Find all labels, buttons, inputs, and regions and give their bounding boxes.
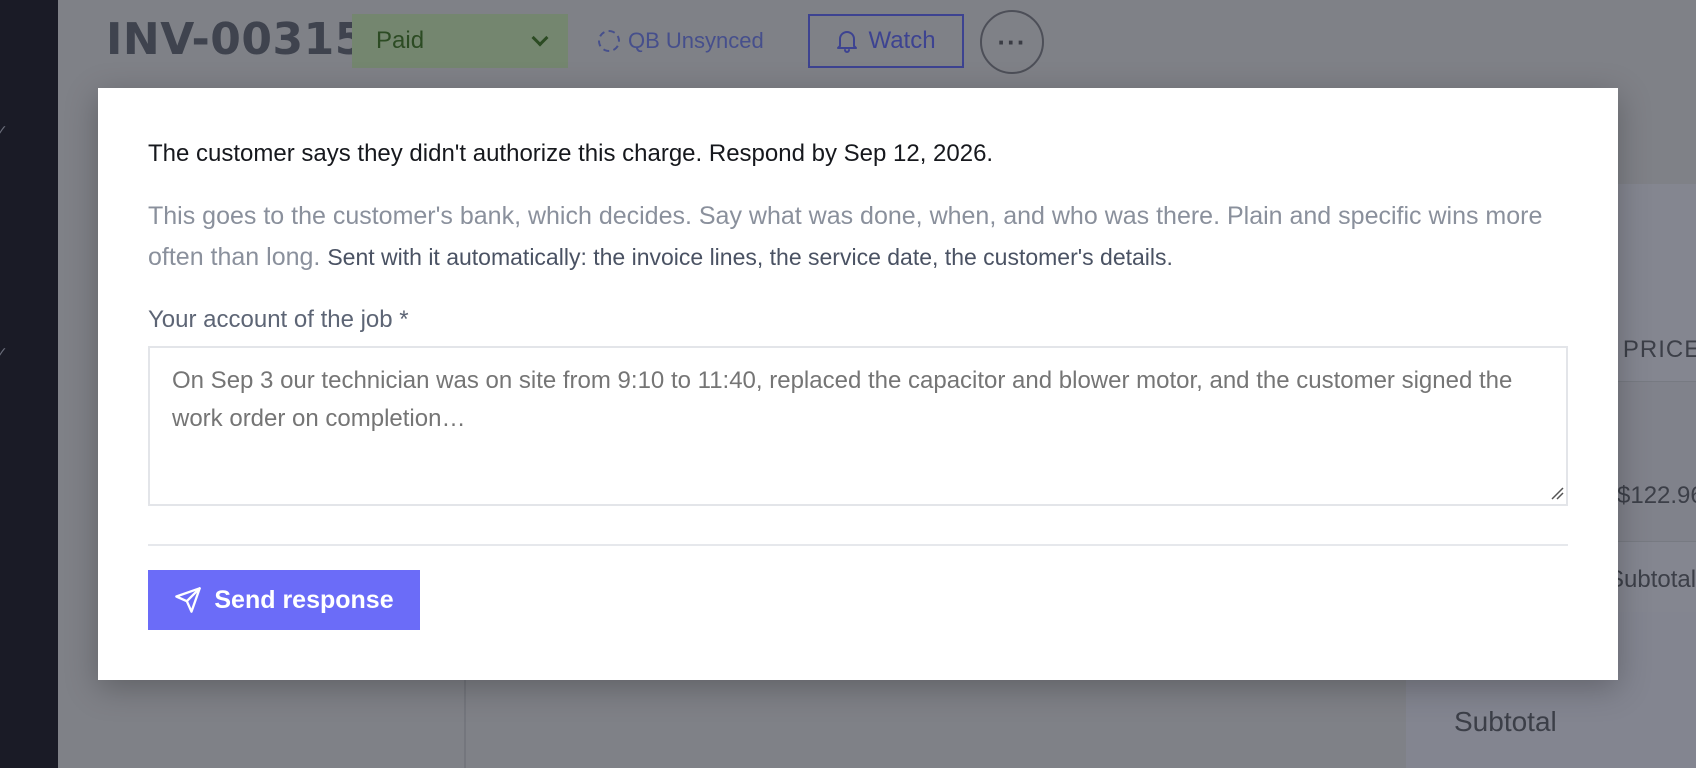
- modal-help-text: This goes to the customer's bank, which …: [148, 196, 1588, 278]
- sidebar-check-icon: ✓: [0, 345, 8, 361]
- more-actions-button[interactable]: ···: [980, 10, 1044, 74]
- sidebar-check-icon: ✓: [0, 123, 8, 139]
- status-dropdown[interactable]: Paid: [352, 14, 568, 68]
- sidebar: ✓ ✓: [0, 0, 58, 768]
- resize-handle-icon[interactable]: [1550, 486, 1564, 500]
- job-account-label: Your account of the job *: [148, 306, 409, 333]
- response-deadline: Respond by Sep 12, 2026.: [708, 140, 994, 167]
- bell-icon: [837, 31, 858, 53]
- paper-plane-icon: [175, 587, 202, 613]
- send-response-button[interactable]: Send response: [148, 570, 420, 630]
- send-response-label: Send response: [214, 585, 394, 614]
- qb-sync-label: QB Unsynced: [628, 28, 764, 53]
- dashed-circle-icon: [598, 30, 620, 52]
- subtotal-label: Subtotal: [1454, 706, 1557, 737]
- watch-button[interactable]: Watch: [808, 14, 964, 68]
- dispute-response-modal: The customer says they didn't authorize …: [98, 88, 1618, 680]
- modal-divider: [148, 544, 1568, 546]
- modal-heading: The customer says they didn't authorize …: [148, 140, 993, 168]
- chevron-down-icon: [531, 29, 549, 47]
- qb-sync-status[interactable]: QB Unsynced: [598, 28, 764, 54]
- ellipsis-icon: ···: [997, 26, 1027, 57]
- dispute-reason: The customer says they didn't authorize …: [148, 140, 703, 167]
- job-account-textarea[interactable]: [148, 346, 1568, 506]
- status-dropdown-label: Paid: [376, 27, 425, 54]
- auto-attached-note: Sent with it automatically: the invoice …: [327, 244, 1173, 270]
- line-amount: $122.96: [1617, 482, 1696, 509]
- subtotal-cell: Subtotal: [1608, 566, 1696, 593]
- watch-button-label: Watch: [868, 27, 936, 54]
- invoice-title: INV-00315: [106, 14, 366, 65]
